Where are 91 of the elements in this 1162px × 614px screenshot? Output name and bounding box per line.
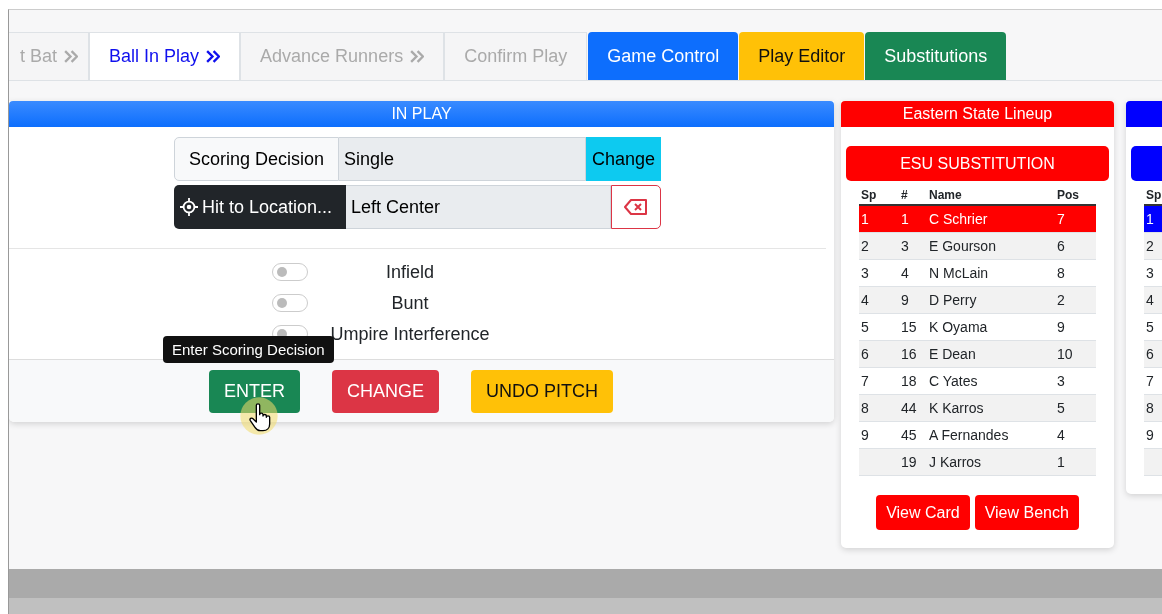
table-cell: 19 xyxy=(901,454,917,470)
action-button[interactable]: ENTER xyxy=(209,369,300,413)
step-tab[interactable]: Ball In Play xyxy=(89,32,241,80)
table-cell: 7 xyxy=(1057,211,1065,227)
table-cell: C Yates xyxy=(929,373,978,389)
lineup-row[interactable]: 3 xyxy=(1144,259,1162,287)
backspace-icon xyxy=(624,199,648,215)
table-cell: 16 xyxy=(901,346,917,362)
hit-location-button[interactable]: Hit to Location... xyxy=(174,185,346,229)
lineup-button[interactable]: View Bench xyxy=(974,495,1079,530)
table-cell: 44 xyxy=(901,400,917,416)
table-cell: 7 xyxy=(861,373,869,389)
table-cell: 9 xyxy=(1146,427,1154,443)
table-cell: 6 xyxy=(1146,346,1154,362)
toggle-label: Bunt xyxy=(390,292,430,314)
hit-location-field[interactable]: Left Center xyxy=(346,185,611,229)
lineup-row[interactable]: 1 xyxy=(1144,205,1162,233)
lineup-row[interactable]: 7 xyxy=(1144,367,1162,395)
table-cell: 3 xyxy=(861,265,869,281)
table-cell: 18 xyxy=(901,373,917,389)
lineup-row[interactable]: 19 J Karros 1 xyxy=(859,448,1096,476)
lineup-row[interactable]: 5 xyxy=(1144,313,1162,341)
substitution-button[interactable]: ESU SUBSTITUTION xyxy=(846,146,1109,181)
lineup-row[interactable]: 2 3 E Gourson 6 xyxy=(859,232,1096,260)
table-cell: K Oyama xyxy=(929,319,988,335)
table-cell: 8 xyxy=(1146,400,1154,416)
lineup-row[interactable]: 8 xyxy=(1144,394,1162,422)
lineup-row[interactable]: 6 16 E Dean 10 xyxy=(859,340,1096,368)
table-cell: 1 xyxy=(861,211,869,227)
table-cell: 45 xyxy=(901,427,917,443)
toggle-label: Infield xyxy=(384,261,435,283)
lineup-row[interactable]: 4 9 D Perry 2 xyxy=(859,286,1096,314)
lineup-row[interactable]: 9 xyxy=(1144,421,1162,449)
crosshair-icon xyxy=(180,198,198,216)
table-cell: C Schrier xyxy=(929,211,988,227)
table-cell: 8 xyxy=(1057,265,1065,281)
table-cell: 7 xyxy=(1146,373,1154,389)
table-cell: 8 xyxy=(861,400,869,416)
table-cell: 3 xyxy=(1057,373,1065,389)
action-tab[interactable]: Play Editor xyxy=(739,32,865,80)
card-header: Eastern State Lineup xyxy=(841,101,1114,127)
table-cell: 6 xyxy=(1057,238,1065,254)
card-header: IN PLAY xyxy=(9,101,834,127)
lineup-row[interactable]: 1 1 C Schrier 7 xyxy=(859,205,1096,233)
action-tab[interactable]: Substitutions xyxy=(865,32,1007,80)
lineup-row[interactable]: 3 4 N McLain 8 xyxy=(859,259,1096,287)
toggle-switch[interactable] xyxy=(272,294,308,312)
lineup-button[interactable]: View Card xyxy=(876,495,970,530)
toggle-switch[interactable] xyxy=(272,263,308,281)
table-cell: 1 xyxy=(901,211,909,227)
table-cell: 4 xyxy=(901,265,909,281)
lineup-row[interactable]: 2 xyxy=(1144,232,1162,260)
lineup-row[interactable]: 7 18 C Yates 3 xyxy=(859,367,1096,395)
table-cell: 4 xyxy=(861,292,869,308)
lineup-row[interactable]: 6 xyxy=(1144,340,1162,368)
clear-button[interactable] xyxy=(611,185,661,229)
table-cell: 3 xyxy=(901,238,909,254)
lineup-row[interactable]: 4 xyxy=(1144,286,1162,314)
table-cell: 5 xyxy=(1057,400,1065,416)
table-cell: 3 xyxy=(1146,265,1154,281)
table-cell: 5 xyxy=(1146,319,1154,335)
table-cell: E Gourson xyxy=(929,238,996,254)
table-cell: 6 xyxy=(861,346,869,362)
table-cell: 4 xyxy=(1146,292,1154,308)
action-button[interactable]: CHANGE xyxy=(332,369,440,413)
table-cell: E Dean xyxy=(929,346,976,362)
change-button[interactable]: Change xyxy=(586,137,661,181)
field-label: Scoring Decision xyxy=(174,137,340,181)
action-tab[interactable]: Game Control xyxy=(588,32,739,80)
table-cell: 15 xyxy=(901,319,917,335)
table-cell: 9 xyxy=(861,427,869,443)
table-cell: 4 xyxy=(1057,427,1065,443)
scoring-decision-field[interactable]: Single xyxy=(339,137,586,181)
lineup-row[interactable]: 8 44 K Karros 5 xyxy=(859,394,1096,422)
table-cell: J Karros xyxy=(929,454,982,470)
table-cell: D Perry xyxy=(929,292,977,308)
lineup-row[interactable]: 9 45 A Fernandes 4 xyxy=(859,421,1096,449)
table-cell: 1 xyxy=(1146,211,1154,227)
table-cell: 2 xyxy=(861,238,869,254)
action-button[interactable]: UNDO PITCH xyxy=(471,369,614,413)
table-cell: A Fernandes xyxy=(929,427,1009,443)
table-cell: 9 xyxy=(1057,319,1065,335)
table-cell: 10 xyxy=(1057,346,1073,362)
table-cell: K Karros xyxy=(929,400,984,416)
table-cell: 1 xyxy=(1057,454,1065,470)
lineup-row[interactable]: 5 15 K Oyama 9 xyxy=(859,313,1096,341)
table-cell: 5 xyxy=(861,319,869,335)
table-cell: N McLain xyxy=(929,265,989,281)
table-cell: 2 xyxy=(1057,292,1065,308)
table-cell: 9 xyxy=(901,292,909,308)
table-cell: 2 xyxy=(1146,238,1154,254)
